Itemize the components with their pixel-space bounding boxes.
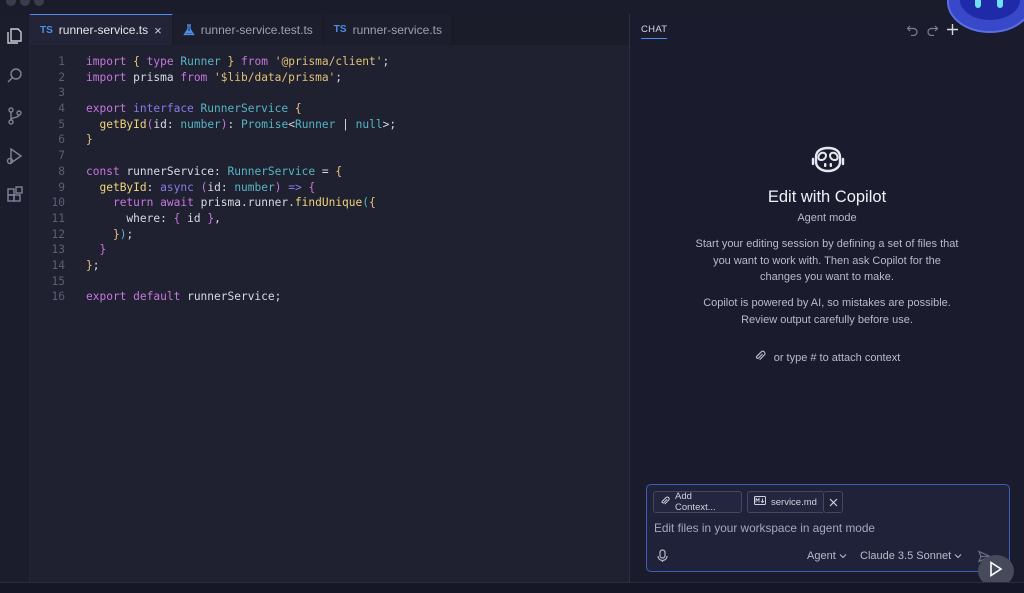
undo-icon[interactable]: [906, 23, 919, 39]
line-number: 15: [51, 274, 65, 288]
line-number: 4: [58, 102, 65, 116]
code-line: 11 where: { id },: [30, 211, 629, 227]
code-line: 15: [30, 274, 629, 290]
code-line: 9 getById: async (id: number) => {: [30, 180, 629, 196]
tab-chat[interactable]: CHAT: [641, 24, 668, 39]
attach-hint-text: or type # to attach context: [773, 351, 901, 364]
presenter-avatar-icon: [945, 0, 1024, 34]
title-bar: [0, 0, 1024, 14]
window-maximize-dot[interactable]: [34, 0, 44, 6]
file-chip[interactable]: service.md: [747, 491, 823, 513]
window-close-dot[interactable]: [6, 0, 16, 6]
chat-input-box[interactable]: Add Context... service.md Edit files in …: [646, 484, 1010, 572]
chat-mode-label: Agent mode: [797, 212, 857, 224]
line-number: 7: [58, 149, 65, 163]
chat-welcome-title: Edit with Copilot: [767, 188, 887, 206]
line-number: 8: [58, 164, 65, 178]
explorer-icon[interactable]: [3, 24, 27, 48]
remove-file-close-icon[interactable]: [823, 491, 843, 513]
chevron-down-icon: [954, 550, 962, 562]
line-number: 13: [51, 243, 65, 257]
tab-label: runner-service.ts: [58, 23, 149, 37]
activity-bar: [0, 14, 30, 582]
search-icon[interactable]: [3, 64, 27, 88]
close-icon[interactable]: ×: [154, 23, 162, 38]
code-line: 1 import { type Runner } from '@prisma/cl…: [30, 54, 629, 70]
tab-label: runner-service.ts: [352, 22, 442, 37]
tab-runner-service-2[interactable]: TS runner-service.ts: [323, 14, 453, 45]
code-line: 2 import prisma from '$lib/data/prisma';: [30, 70, 629, 86]
paperclip-icon: [660, 496, 670, 509]
line-number: 16: [51, 290, 65, 304]
attach-hint: or type # to attach context: [630, 350, 1024, 365]
copilot-logo-icon: [810, 145, 846, 175]
code-line: 7: [30, 148, 629, 164]
run-debug-icon[interactable]: [3, 144, 27, 168]
chat-description: Start your editing session by defining a…: [695, 238, 959, 283]
code-line: 8 const runnerService: RunnerService = {: [30, 164, 629, 180]
editor-tabs: TS runner-service.ts × runner-service.te…: [30, 14, 629, 45]
code-line: 12 });: [30, 227, 629, 243]
chat-input-placeholder[interactable]: Edit files in your workspace in agent mo…: [654, 521, 875, 535]
redo-icon[interactable]: [926, 23, 939, 39]
file-chip-label: service.md: [771, 496, 817, 508]
tab-label: runner-service.test.ts: [200, 22, 313, 37]
code-line: 3: [30, 85, 629, 101]
mode-dropdown[interactable]: Agent: [807, 550, 847, 562]
line-number: 9: [58, 180, 65, 194]
line-number: 2: [58, 70, 65, 84]
status-bar: [0, 582, 1024, 593]
markdown-file-icon: [754, 496, 766, 508]
editor-area: TS runner-service.ts × runner-service.te…: [30, 14, 629, 582]
tab-runner-service-test[interactable]: runner-service.test.ts: [172, 14, 324, 45]
model-dropdown-label: Claude 3.5 Sonnet: [860, 550, 952, 562]
code-line: 16 export default runnerService;: [30, 289, 629, 305]
window-minimize-dot[interactable]: [20, 0, 30, 6]
line-number: 10: [51, 196, 65, 210]
tab-runner-service[interactable]: TS runner-service.ts ×: [30, 14, 173, 45]
microphone-icon[interactable]: [657, 549, 668, 568]
line-number: 3: [58, 86, 65, 100]
paperclip-icon: [754, 350, 766, 365]
typescript-icon: TS: [333, 24, 347, 35]
code-line: 6}: [30, 132, 629, 148]
model-dropdown[interactable]: Claude 3.5 Sonnet: [860, 550, 962, 562]
source-control-icon[interactable]: [3, 104, 27, 128]
line-number: 14: [51, 258, 65, 272]
code-line: 14};: [30, 258, 629, 274]
code-line: 5 getById(id: number): Promise<Runner | …: [30, 117, 629, 133]
line-number: 1: [58, 55, 65, 68]
mode-dropdown-label: Agent: [807, 550, 836, 562]
code-line: 13 }: [30, 242, 629, 258]
chevron-down-icon: [839, 550, 847, 562]
code-editor[interactable]: 1 import { type Runner } from '@prisma/cl…: [30, 54, 629, 582]
chat-input-toolbar: Agent Claude 3.5 Sonnet: [647, 548, 1011, 566]
code-line: 4 export interface RunnerService {: [30, 101, 629, 117]
typescript-icon: TS: [40, 24, 53, 36]
chat-disclaimer: Copilot is powered by AI, so mistakes ar…: [703, 297, 951, 326]
line-number: 11: [51, 211, 65, 225]
chat-panel: CHAT Edit with Copilot Agent mode Start …: [630, 14, 1024, 582]
test-flask-icon: [183, 23, 195, 36]
add-context-label: Add Context...: [675, 491, 716, 513]
line-number: 12: [51, 227, 65, 241]
line-number: 5: [58, 117, 65, 131]
add-context-button[interactable]: Add Context...: [653, 491, 742, 513]
code-line: 10 return await prisma.runner.findUnique…: [30, 195, 629, 211]
extensions-icon[interactable]: [3, 184, 27, 208]
play-icon: [989, 560, 1003, 582]
line-number: 6: [58, 133, 65, 147]
